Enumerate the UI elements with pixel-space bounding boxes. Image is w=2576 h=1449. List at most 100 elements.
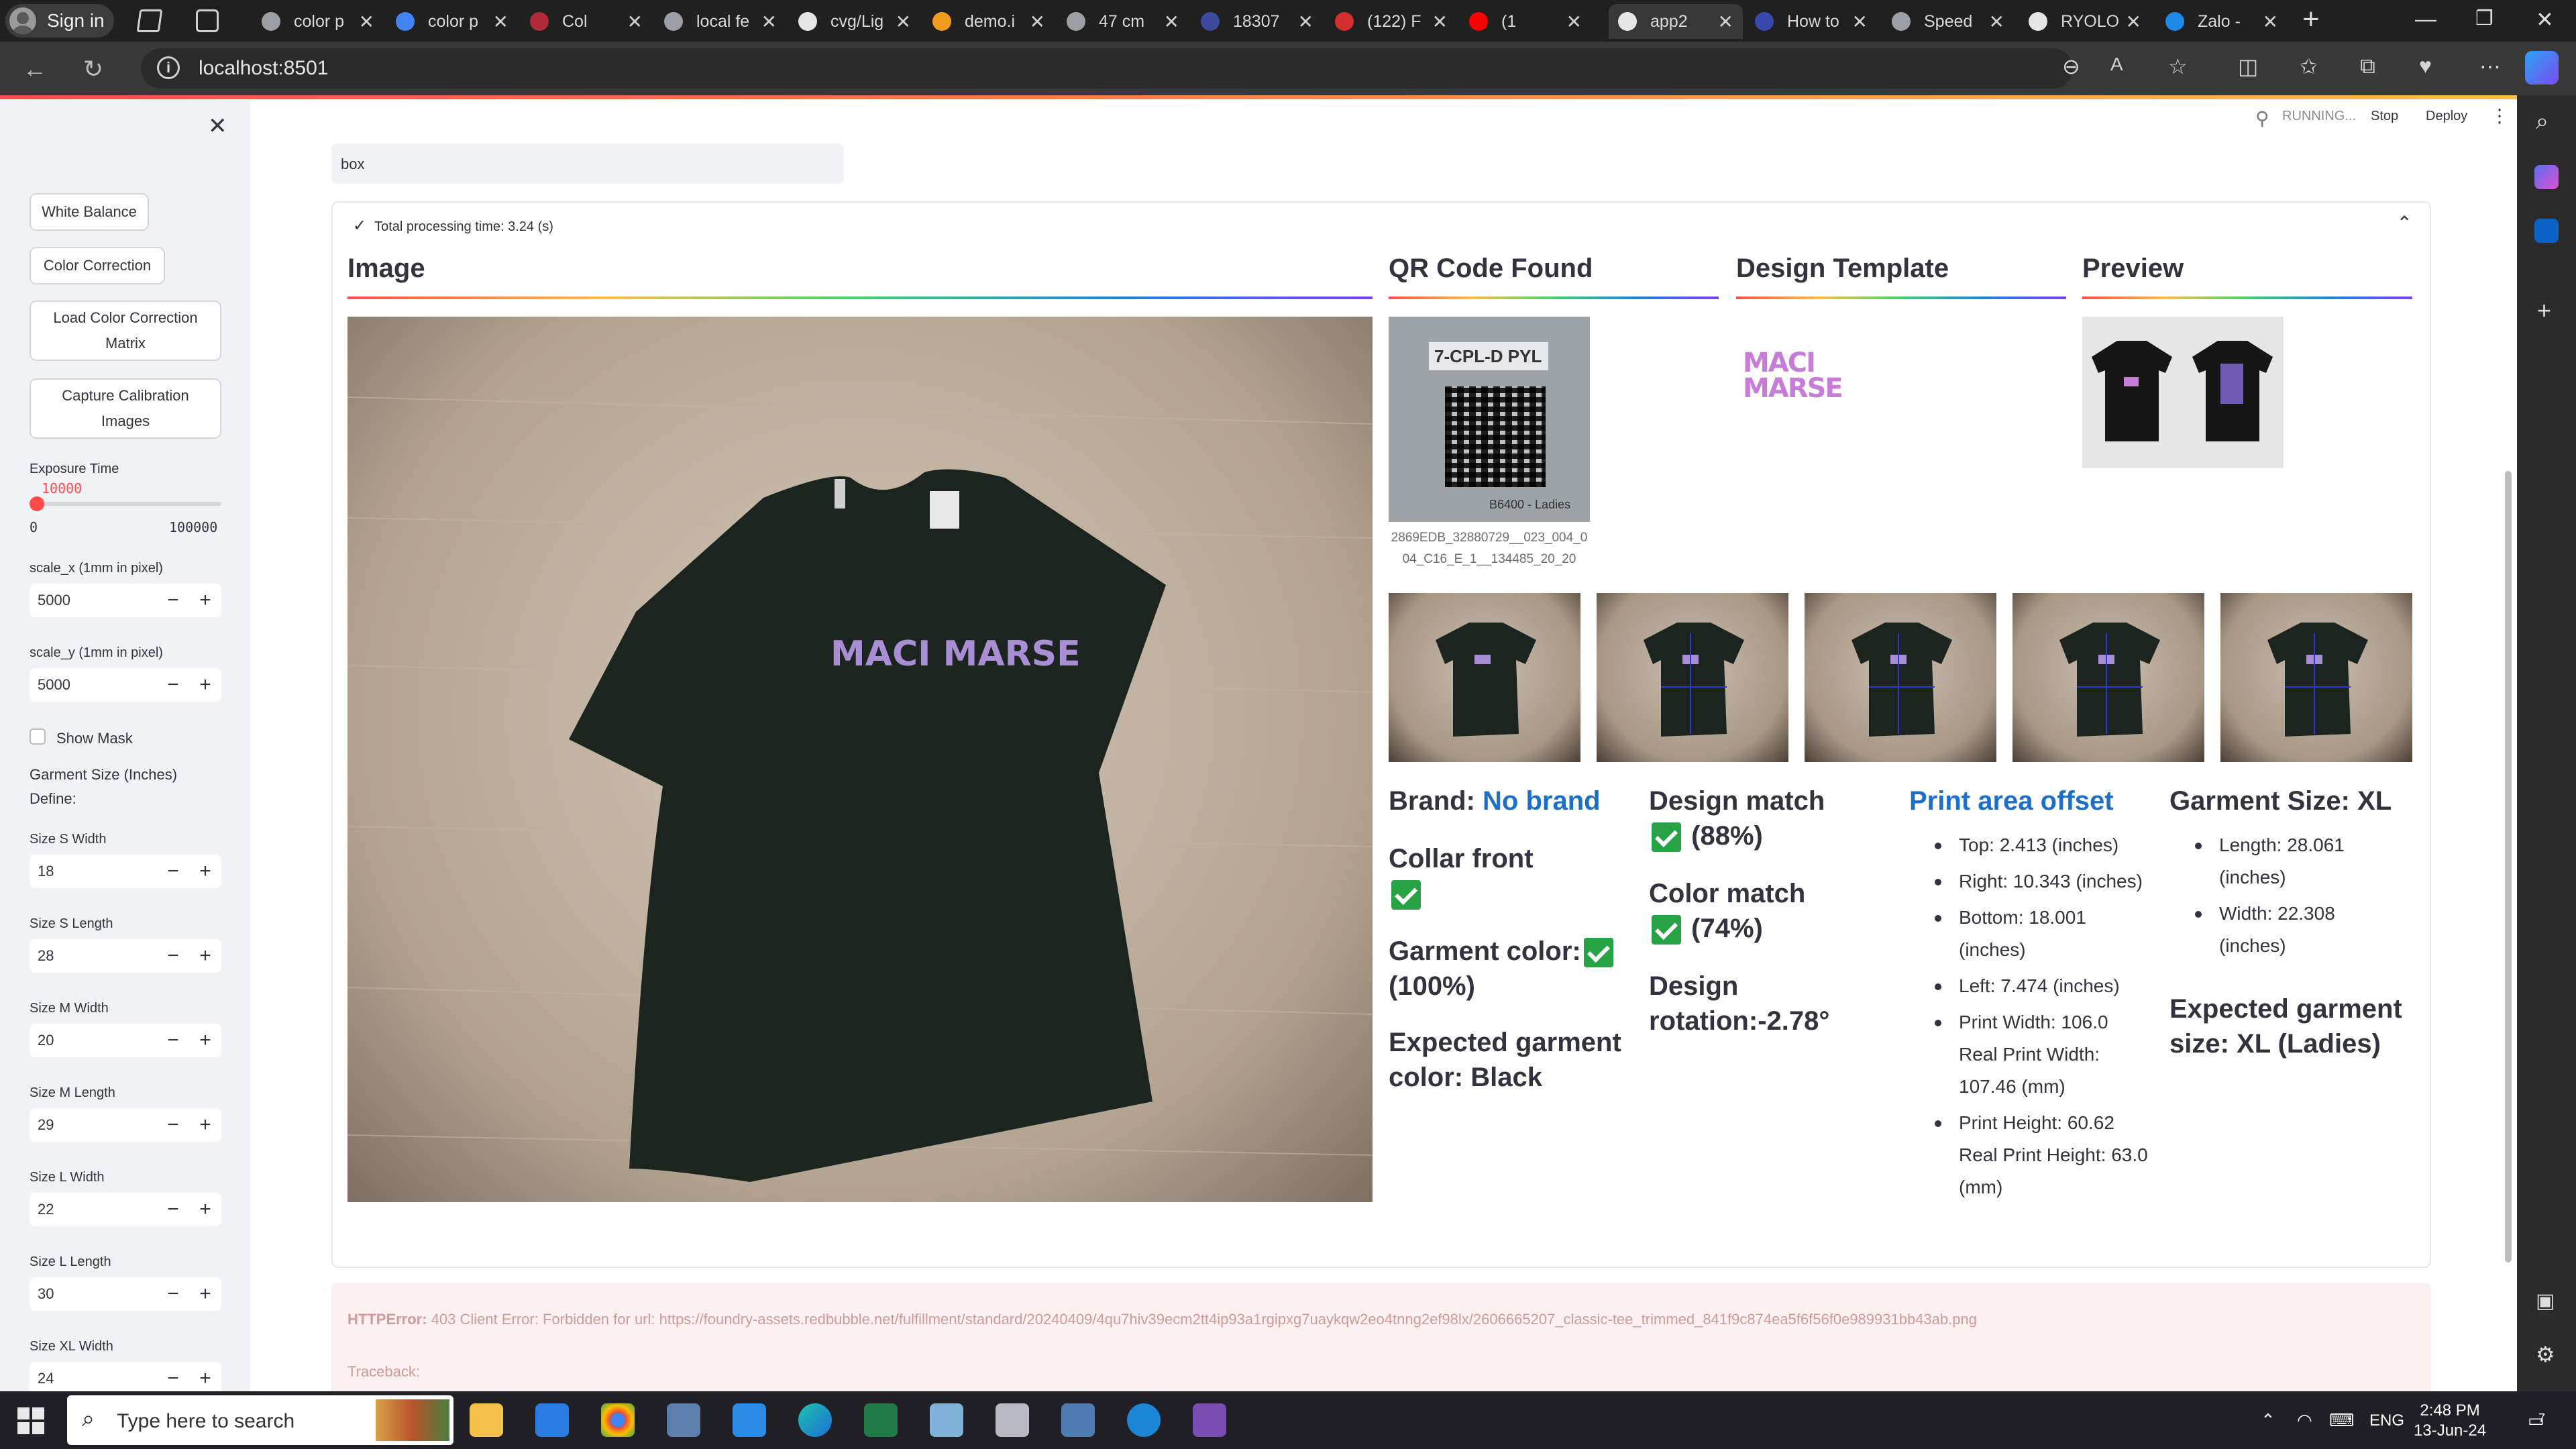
scale-y-decrement[interactable]: − bbox=[157, 668, 189, 702]
show-mask-checkbox[interactable] bbox=[30, 729, 46, 745]
expander-header[interactable]: ✓ Total processing time: 3.24 (s) bbox=[353, 216, 553, 235]
language-indicator[interactable]: ENG bbox=[2369, 1411, 2404, 1430]
tab-close-icon[interactable]: ✕ bbox=[627, 11, 643, 33]
tab-close-icon[interactable]: ✕ bbox=[1989, 11, 2004, 33]
taskbar-search-box[interactable]: ⌕ Type here to search bbox=[67, 1395, 453, 1445]
minimize-icon[interactable]: — bbox=[2415, 7, 2436, 32]
browser-tab[interactable]: demo.i ✕ bbox=[923, 4, 1055, 39]
collapse-chevron-icon[interactable]: ⌃ bbox=[2397, 212, 2412, 234]
scale-x-increment[interactable]: + bbox=[189, 584, 221, 617]
tab-close-icon[interactable]: ✕ bbox=[761, 11, 777, 33]
search-icon[interactable]: ⌕ bbox=[2536, 109, 2548, 135]
favorite-star-icon[interactable]: ☆ bbox=[2168, 54, 2188, 79]
exposure-slider-track[interactable] bbox=[29, 496, 221, 511]
tab-close-icon[interactable]: ✕ bbox=[1852, 11, 1868, 33]
browser-tab[interactable]: (1 ✕ bbox=[1460, 4, 1591, 39]
notepad-icon[interactable] bbox=[930, 1403, 963, 1437]
size-field-value[interactable]: 22 bbox=[30, 1201, 157, 1218]
settings-gear-icon[interactable]: ⚙ bbox=[2536, 1342, 2555, 1367]
size-field-increment[interactable]: + bbox=[189, 1277, 221, 1311]
size-field-increment[interactable]: + bbox=[189, 1193, 221, 1226]
copilot-side-icon[interactable] bbox=[2534, 165, 2559, 189]
capture-calibration-images-button[interactable]: Capture Calibration Images bbox=[30, 378, 221, 439]
browser-tab[interactable]: Col ✕ bbox=[521, 4, 652, 39]
scale-y-input[interactable]: 5000 − + bbox=[30, 668, 221, 702]
close-window-icon[interactable]: ✕ bbox=[2536, 7, 2554, 32]
paint-icon[interactable] bbox=[996, 1403, 1029, 1437]
scale-x-value[interactable]: 5000 bbox=[30, 592, 157, 609]
size-field-value[interactable]: 20 bbox=[30, 1032, 157, 1049]
size-field-input[interactable]: 24− + bbox=[30, 1362, 221, 1391]
stop-button[interactable]: Stop bbox=[2371, 109, 2398, 124]
size-field-value[interactable]: 30 bbox=[30, 1285, 157, 1303]
browser-tab[interactable]: local fe ✕ bbox=[655, 4, 786, 39]
tab-close-icon[interactable]: ✕ bbox=[359, 11, 374, 33]
scale-x-input[interactable]: 5000 − + bbox=[30, 584, 221, 617]
size-field-increment[interactable]: + bbox=[189, 1108, 221, 1142]
size-field-value[interactable]: 29 bbox=[30, 1116, 157, 1134]
page-scrollbar[interactable] bbox=[2505, 471, 2512, 1263]
size-field-increment[interactable]: + bbox=[189, 1024, 221, 1057]
copilot-icon[interactable] bbox=[2525, 51, 2559, 85]
remote-desktop-icon[interactable] bbox=[667, 1403, 700, 1437]
app-icon[interactable] bbox=[1193, 1403, 1226, 1437]
excel-icon[interactable] bbox=[864, 1403, 898, 1437]
size-field-decrement[interactable]: − bbox=[157, 1277, 189, 1311]
network-icon[interactable]: ◠ bbox=[2297, 1410, 2312, 1431]
browser-tab[interactable]: color p ✕ bbox=[252, 4, 384, 39]
color-correction-button[interactable]: Color Correction bbox=[30, 247, 165, 284]
zoom-icon[interactable]: ⊖ bbox=[2062, 54, 2080, 79]
size-field-value[interactable]: 24 bbox=[30, 1370, 157, 1387]
browser-tab[interactable]: Zalo - ✕ bbox=[2156, 4, 2288, 39]
calculator-icon[interactable] bbox=[1061, 1403, 1095, 1437]
sidebar-layout-icon[interactable]: ▣ bbox=[2536, 1289, 2555, 1313]
collections-icon[interactable]: ⧉ bbox=[2360, 54, 2375, 79]
main-menu-icon[interactable]: ⋮ bbox=[2490, 105, 2509, 127]
scale-x-decrement[interactable]: − bbox=[157, 584, 189, 617]
size-field-increment[interactable]: + bbox=[189, 939, 221, 973]
size-field-input[interactable]: 30− + bbox=[30, 1277, 221, 1311]
read-aloud-icon[interactable]: A bbox=[2110, 54, 2123, 75]
scale-y-value[interactable]: 5000 bbox=[30, 676, 157, 694]
sign-in-button[interactable]: Sign in bbox=[5, 4, 114, 38]
browser-tab[interactable]: color p ✕ bbox=[386, 4, 518, 39]
browser-tab[interactable]: How to ✕ bbox=[1746, 4, 1877, 39]
browser-tab[interactable]: Speed ✕ bbox=[1882, 4, 2014, 39]
browser-tab[interactable]: RYOLO ✕ bbox=[2019, 4, 2151, 39]
vscode-icon[interactable] bbox=[733, 1403, 766, 1437]
back-icon[interactable]: ← bbox=[23, 55, 47, 83]
favorites-icon[interactable]: ✩ bbox=[2300, 54, 2318, 79]
size-field-input[interactable]: 20− + bbox=[30, 1024, 221, 1057]
size-field-decrement[interactable]: − bbox=[157, 1024, 189, 1057]
browser-tab[interactable]: app2 ✕ bbox=[1609, 4, 1743, 39]
size-field-input[interactable]: 29− + bbox=[30, 1108, 221, 1142]
browser-tab[interactable]: 47 cm ✕ bbox=[1057, 4, 1189, 39]
size-field-decrement[interactable]: − bbox=[157, 1362, 189, 1391]
size-field-decrement[interactable]: − bbox=[157, 939, 189, 973]
address-bar[interactable]: i localhost:8501 bbox=[141, 48, 2073, 89]
windows-start-icon[interactable] bbox=[17, 1407, 44, 1434]
tab-close-icon[interactable]: ✕ bbox=[1718, 11, 1733, 33]
size-field-decrement[interactable]: − bbox=[157, 1193, 189, 1226]
tab-close-icon[interactable]: ✕ bbox=[493, 11, 508, 33]
browser-tab[interactable]: (122) F ✕ bbox=[1326, 4, 1457, 39]
size-field-value[interactable]: 28 bbox=[30, 947, 157, 965]
extensions-icon[interactable]: ♥ bbox=[2419, 54, 2432, 78]
chrome-icon[interactable] bbox=[601, 1403, 635, 1437]
refresh-icon[interactable]: ↻ bbox=[83, 55, 103, 83]
tab-close-icon[interactable]: ✕ bbox=[2126, 11, 2141, 33]
tab-close-icon[interactable]: ✕ bbox=[1164, 11, 1179, 33]
tab-close-icon[interactable]: ✕ bbox=[1432, 11, 1448, 33]
tab-close-icon[interactable]: ✕ bbox=[1566, 11, 1582, 33]
zalo-icon[interactable] bbox=[1127, 1403, 1161, 1437]
size-field-input[interactable]: 28− + bbox=[30, 939, 221, 973]
size-field-input[interactable]: 18− + bbox=[30, 855, 221, 888]
tab-close-icon[interactable]: ✕ bbox=[2263, 11, 2278, 33]
outlook-icon[interactable] bbox=[2534, 219, 2559, 243]
tray-chevron-icon[interactable]: ⌃ bbox=[2261, 1410, 2275, 1431]
site-info-icon[interactable]: i bbox=[157, 56, 180, 79]
split-screen-icon[interactable]: ◫ bbox=[2238, 54, 2258, 79]
size-field-input[interactable]: 22− + bbox=[30, 1193, 221, 1226]
load-color-correction-matrix-button[interactable]: Load Color Correction Matrix bbox=[30, 301, 221, 361]
tab-close-icon[interactable]: ✕ bbox=[896, 11, 911, 33]
